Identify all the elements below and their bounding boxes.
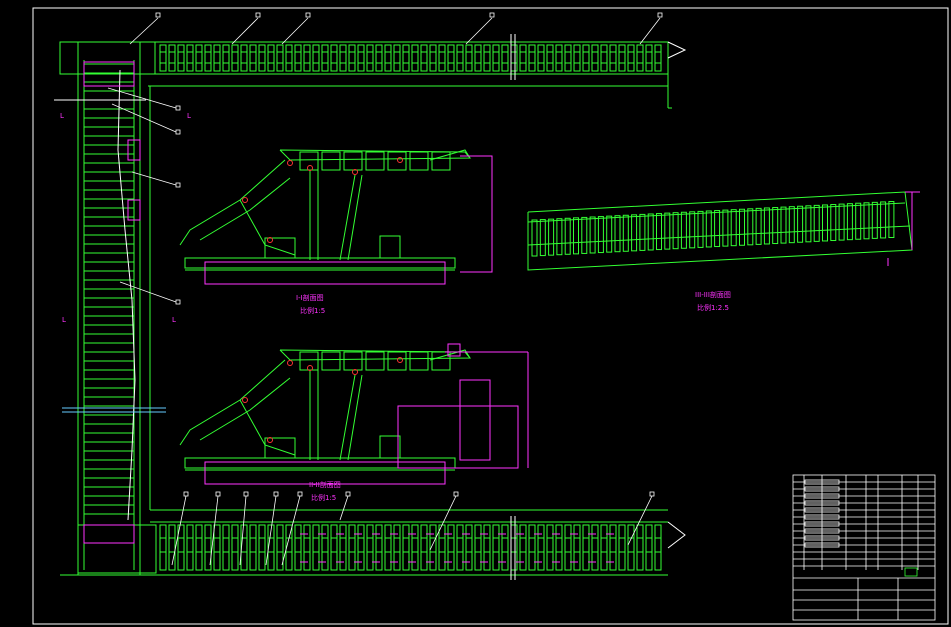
title-block	[792, 474, 936, 621]
section-2-support-view	[179, 343, 529, 485]
section-1-support-view	[179, 149, 493, 285]
section-3-scale: 比例1:2.5	[697, 304, 729, 312]
section-2-title: II-II剖面图	[309, 481, 341, 489]
section-mark-b-right: L	[172, 316, 176, 324]
face-support-column	[54, 42, 166, 575]
section-3-title: III-III剖面图	[695, 291, 731, 299]
section-mark-b-left: L	[62, 316, 66, 324]
section-mark-a-left: L	[60, 112, 64, 120]
section-3-support-view	[527, 191, 920, 271]
cad-drawing-canvas	[32, 7, 949, 625]
top-roadway	[59, 34, 687, 109]
bottom-roadway	[60, 86, 686, 580]
section-mark-a-right: L	[187, 112, 191, 120]
section-2-scale: 比例1:5	[311, 494, 337, 502]
section-1-title: I-I剖面图	[296, 294, 324, 302]
leader-lines	[107, 12, 663, 566]
section-1-scale: 比例1:5	[300, 307, 326, 315]
